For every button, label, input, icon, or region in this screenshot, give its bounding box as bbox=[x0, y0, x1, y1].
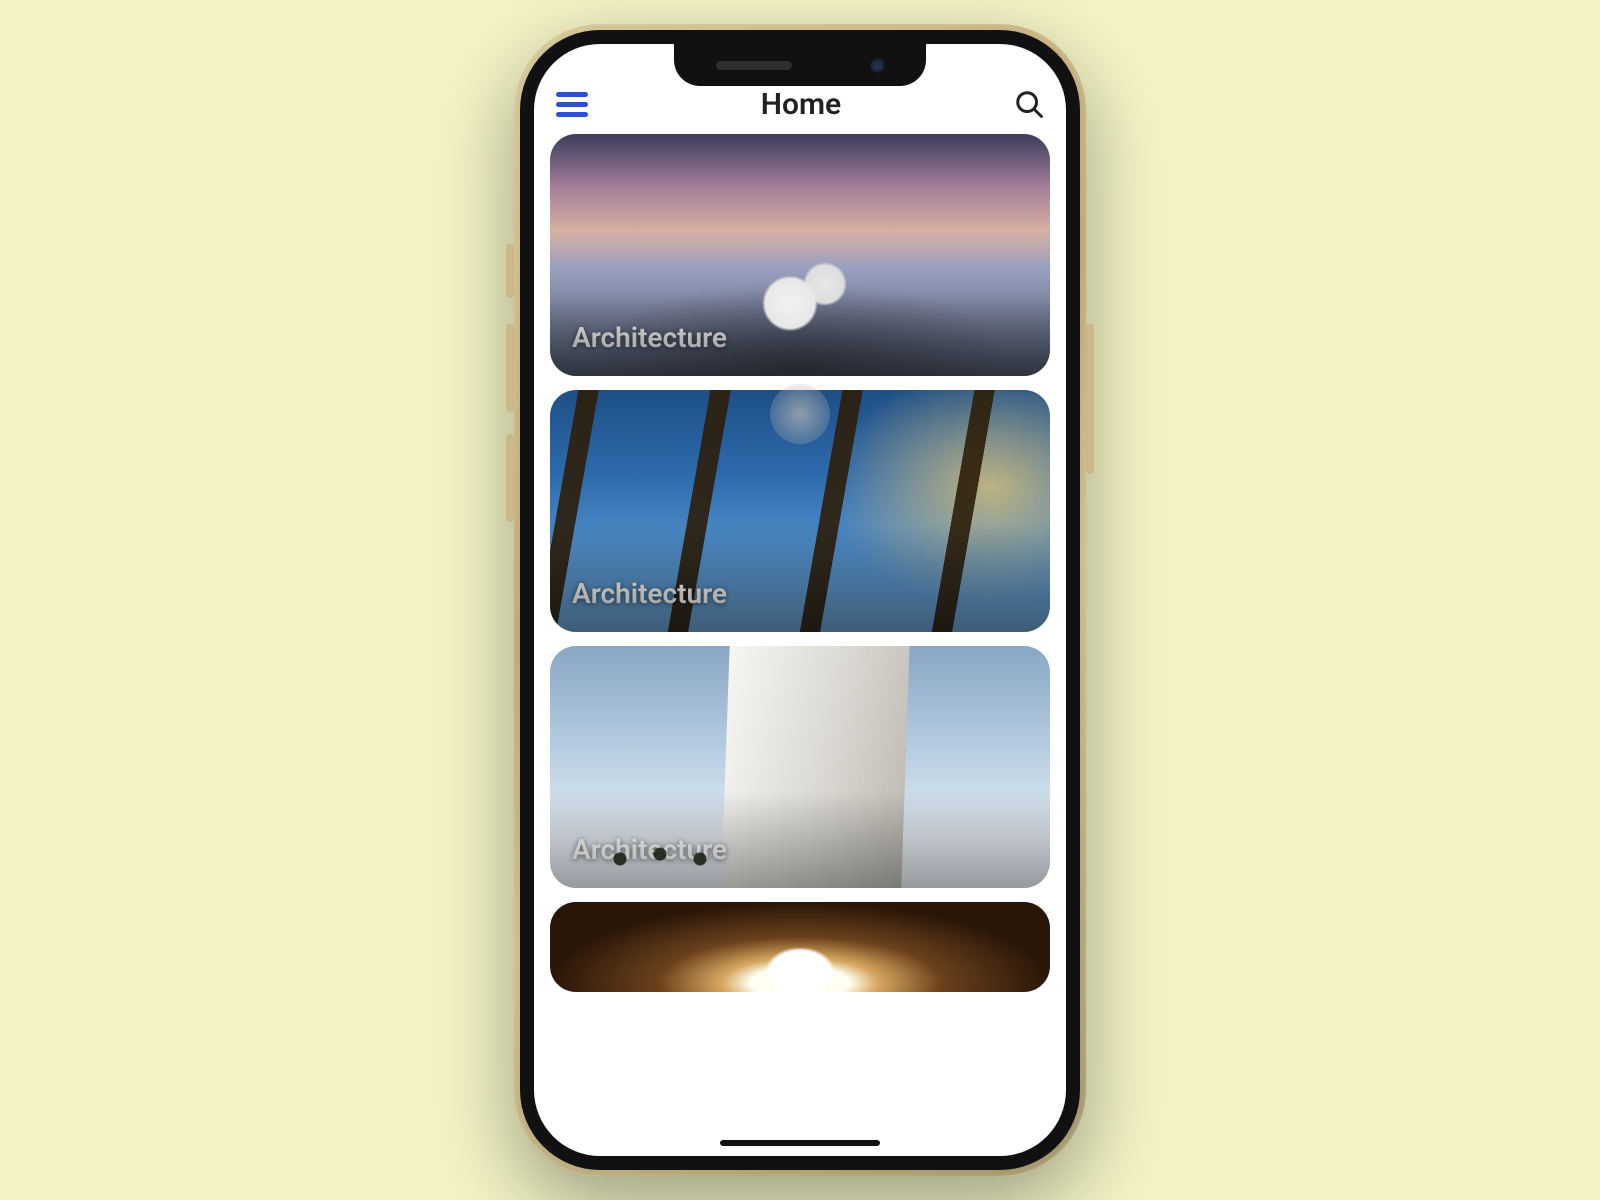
category-card[interactable]: Architecture bbox=[550, 134, 1050, 376]
hamburger-icon[interactable] bbox=[556, 92, 588, 117]
volume-mute-switch bbox=[506, 244, 514, 298]
touch-indicator bbox=[770, 384, 830, 444]
volume-up-button bbox=[506, 324, 514, 412]
search-icon[interactable] bbox=[1014, 89, 1044, 119]
power-button bbox=[1086, 324, 1094, 474]
front-camera bbox=[870, 58, 885, 73]
volume-down-button bbox=[506, 434, 514, 522]
notch bbox=[674, 44, 926, 86]
app-root: Home Architecture Architecture bbox=[534, 44, 1066, 1156]
phone-frame: Home Architecture Architecture bbox=[514, 24, 1086, 1176]
page-title: Home bbox=[761, 87, 841, 122]
category-label: Architecture bbox=[572, 321, 727, 354]
category-label: Architecture bbox=[572, 577, 727, 610]
home-indicator[interactable] bbox=[720, 1140, 880, 1146]
category-label: Architecture bbox=[572, 833, 727, 866]
speaker-grille bbox=[716, 61, 792, 70]
screen: Home Architecture Architecture bbox=[534, 44, 1066, 1156]
phone-bezel: Home Architecture Architecture bbox=[520, 30, 1080, 1170]
category-card[interactable]: Architecture bbox=[550, 646, 1050, 888]
category-list[interactable]: Architecture Architecture Architecture bbox=[534, 134, 1066, 1156]
category-card[interactable] bbox=[550, 902, 1050, 992]
